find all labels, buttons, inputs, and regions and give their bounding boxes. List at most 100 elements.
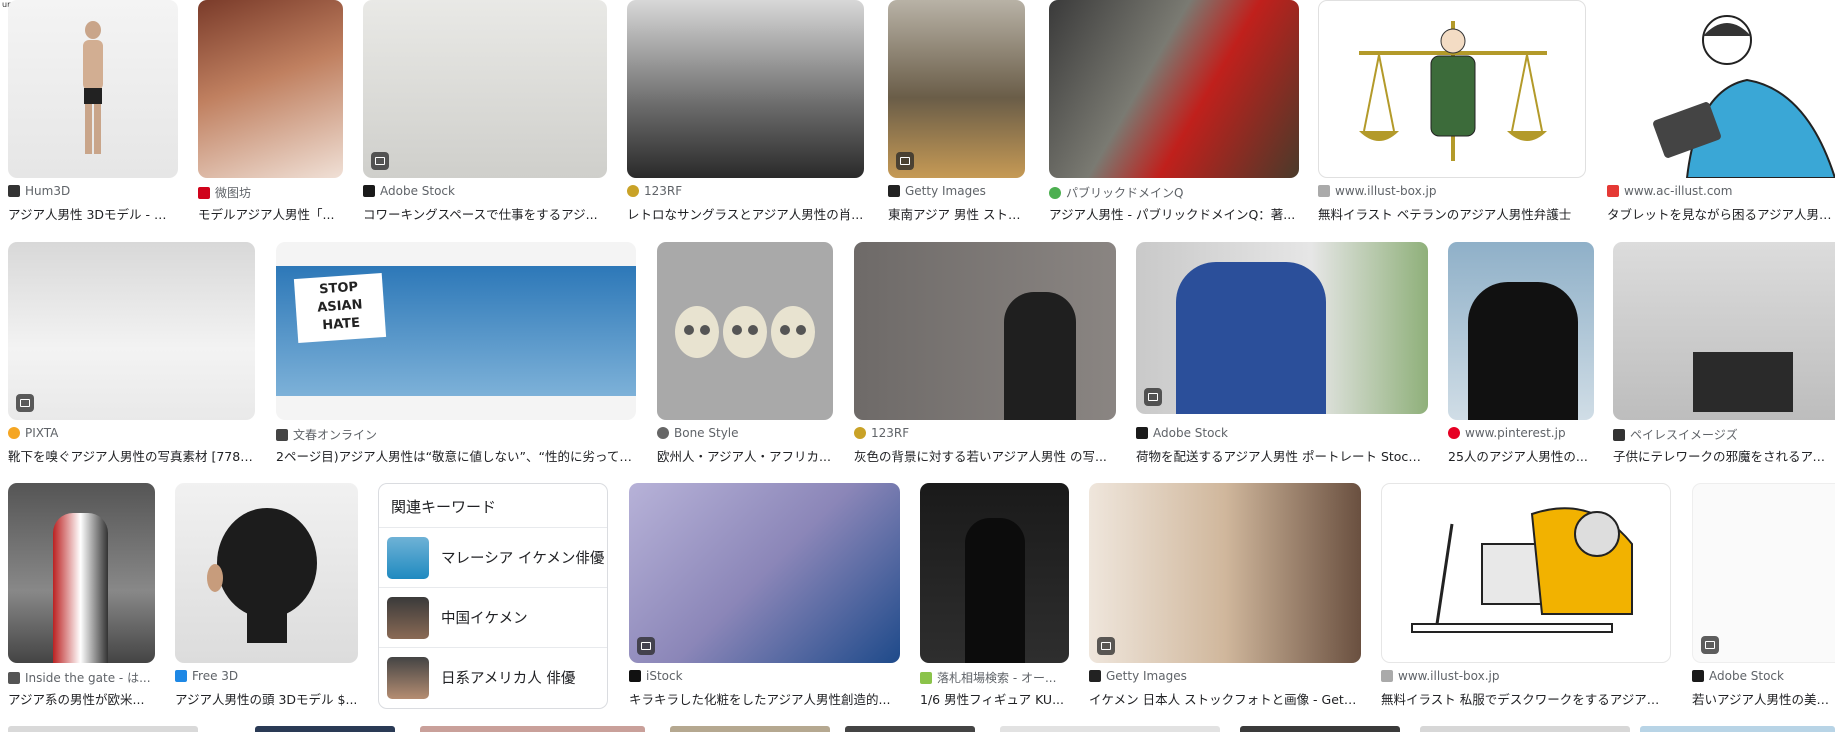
result-source[interactable]: www.pinterest.jp bbox=[1448, 426, 1594, 440]
result-image[interactable] bbox=[854, 242, 1116, 420]
next-row-image-edge bbox=[420, 726, 645, 732]
result-source[interactable]: Hum3D bbox=[8, 184, 178, 198]
site-favicon-icon bbox=[657, 427, 669, 439]
result-source[interactable]: 微图坊 bbox=[198, 184, 343, 201]
image-badge-icon bbox=[1097, 637, 1115, 655]
result-title[interactable]: 灰色の背景に対する若いアジア人男性 の写... bbox=[854, 446, 1116, 465]
result-image[interactable] bbox=[1613, 242, 1835, 420]
related-keyword-item[interactable]: 中国イケメン bbox=[379, 588, 607, 648]
result-title[interactable]: 25人のアジア人男性の... bbox=[1448, 446, 1594, 465]
related-keyword-item[interactable]: 日系アメリカ人 俳優 bbox=[379, 648, 607, 707]
person-silhouette bbox=[1176, 262, 1326, 414]
result-title[interactable]: 靴下を嗅ぐアジア人男性の写真素材 [7786... bbox=[8, 446, 255, 465]
result-source[interactable]: Free 3D bbox=[175, 669, 358, 683]
result-image[interactable] bbox=[888, 0, 1025, 178]
site-favicon-icon bbox=[1318, 185, 1330, 197]
result-title[interactable]: イケメン 日本人 ストックフォトと画像 - Getty ... bbox=[1089, 689, 1361, 708]
result-title[interactable]: モデルアジア人男性「... bbox=[198, 204, 343, 223]
result-title[interactable]: キラキラした化粧をしたアジア人男性創造的... bbox=[629, 689, 900, 708]
result-title[interactable]: 1/6 男性フィギュア KU... bbox=[920, 689, 1069, 708]
result-image[interactable] bbox=[627, 0, 864, 178]
result-source[interactable]: Adobe Stock bbox=[363, 184, 607, 198]
result-source[interactable]: Adobe Stock bbox=[1136, 426, 1428, 440]
result-image[interactable] bbox=[1607, 0, 1835, 178]
site-favicon-icon bbox=[854, 427, 866, 439]
result-image[interactable] bbox=[8, 483, 155, 663]
result-source[interactable]: パブリックドメインQ bbox=[1049, 184, 1299, 201]
site-favicon-icon bbox=[1136, 427, 1148, 439]
result-title[interactable]: アジア系の男性が欧米... bbox=[8, 689, 155, 708]
tablet-illustration-image bbox=[1653, 15, 1835, 178]
related-keyword-thumbnail bbox=[387, 596, 429, 639]
site-favicon-icon bbox=[8, 185, 20, 197]
result-image[interactable]: STOP ASIAN HATE bbox=[276, 242, 636, 420]
result-image[interactable] bbox=[657, 242, 833, 420]
figure-silhouette bbox=[965, 518, 1025, 663]
result-image[interactable] bbox=[1318, 0, 1586, 178]
result-image[interactable] bbox=[175, 483, 358, 663]
related-keyword-thumbnail bbox=[387, 656, 429, 699]
figure-3d-image bbox=[83, 21, 103, 154]
result-source[interactable]: www.illust-box.jp bbox=[1381, 669, 1671, 683]
related-keyword-item[interactable]: マレーシア イケメン俳優 bbox=[379, 528, 607, 588]
site-favicon-icon bbox=[8, 427, 20, 439]
site-favicon-icon bbox=[198, 186, 210, 199]
result-image[interactable] bbox=[1448, 242, 1594, 420]
result-title[interactable]: 欧州人・アジア人・アフリカ... bbox=[657, 446, 833, 465]
result-source[interactable]: Getty Images bbox=[1089, 669, 1361, 683]
result-source[interactable]: iStock bbox=[629, 669, 900, 683]
result-title[interactable]: 無料イラスト ベテランのアジア人男性弁護士 bbox=[1318, 204, 1586, 223]
next-row-image-edge bbox=[1240, 726, 1400, 732]
result-source[interactable]: PIXTA bbox=[8, 426, 255, 440]
result-image[interactable] bbox=[1381, 483, 1671, 663]
result-image[interactable] bbox=[1089, 483, 1361, 663]
result-image[interactable] bbox=[8, 0, 178, 178]
result-title[interactable]: コワーキングスペースで仕事をするアジ... bbox=[363, 204, 607, 223]
result-image[interactable] bbox=[198, 0, 343, 178]
result-title[interactable]: アジア人男性 3Dモデル - キ... bbox=[8, 204, 178, 223]
result-source[interactable]: 文春オンライン bbox=[276, 426, 636, 443]
result-source[interactable]: www.illust-box.jp bbox=[1318, 184, 1586, 198]
result-title[interactable]: 2ページ目)アジア人男性は“敬意に値しない”、“性的に劣ってい... bbox=[276, 446, 636, 465]
result-title[interactable]: アジア人男性 - パブリックドメインQ：著... bbox=[1049, 204, 1299, 223]
result-title[interactable]: レトロなサングラスとアジア人男性の肖... bbox=[627, 204, 864, 223]
result-source[interactable]: ペイレスイメージズ bbox=[1613, 426, 1835, 443]
result-source[interactable]: Getty Images bbox=[888, 184, 1025, 198]
site-favicon-icon bbox=[8, 671, 20, 684]
result-title[interactable]: 荷物を配送するアジア人男性 ポートレート Stock ... bbox=[1136, 446, 1428, 465]
result-image[interactable] bbox=[920, 483, 1069, 663]
result-title[interactable]: 子供にテレワークの邪魔をされるアジア... bbox=[1613, 446, 1835, 465]
result-image[interactable] bbox=[363, 0, 607, 178]
result-source[interactable]: Inside the gate - は... bbox=[8, 669, 155, 686]
result-source[interactable]: Bone Style bbox=[657, 426, 833, 440]
result-title[interactable]: アジア人男性の頭 3Dモデル $... bbox=[175, 689, 358, 708]
result-image[interactable] bbox=[1049, 0, 1299, 178]
result-title[interactable]: 無料イラスト 私服でデスクワークをするアジア人... bbox=[1381, 689, 1671, 708]
result-image[interactable] bbox=[629, 483, 900, 663]
desk-work-illustration-image bbox=[1411, 507, 1633, 633]
image-badge-icon bbox=[896, 152, 914, 170]
site-favicon-icon bbox=[1049, 186, 1061, 199]
result-source[interactable]: www.ac-illust.com bbox=[1607, 184, 1835, 198]
person-silhouette bbox=[53, 513, 108, 663]
site-favicon-icon bbox=[920, 671, 932, 684]
result-source[interactable]: 123RF bbox=[854, 426, 1116, 440]
site-favicon-icon bbox=[363, 185, 375, 197]
skulls-image bbox=[675, 306, 815, 358]
site-favicon-icon bbox=[629, 670, 641, 682]
related-keyword-label: 中国イケメン bbox=[441, 611, 528, 627]
result-source[interactable]: Adobe Stock bbox=[1692, 669, 1835, 683]
result-title[interactable]: 東南アジア 男性 ストッ... bbox=[888, 204, 1025, 223]
result-title[interactable]: タブレットを見ながら困るアジア人男性 -... bbox=[1607, 204, 1835, 223]
next-row-image-edge bbox=[845, 726, 975, 732]
site-favicon-icon bbox=[1381, 670, 1393, 682]
site-favicon-icon bbox=[1692, 670, 1704, 682]
image-badge-icon bbox=[1144, 388, 1162, 406]
result-image[interactable] bbox=[8, 242, 255, 420]
protest-sign: STOP ASIAN HATE bbox=[293, 273, 387, 343]
result-source[interactable]: 落札相場検索 - オー... bbox=[920, 669, 1069, 686]
result-source[interactable]: 123RF bbox=[627, 184, 864, 198]
result-image[interactable] bbox=[1692, 483, 1835, 663]
result-image[interactable] bbox=[1136, 242, 1428, 414]
result-title[interactable]: 若いアジア人男性の美容... bbox=[1692, 689, 1835, 708]
